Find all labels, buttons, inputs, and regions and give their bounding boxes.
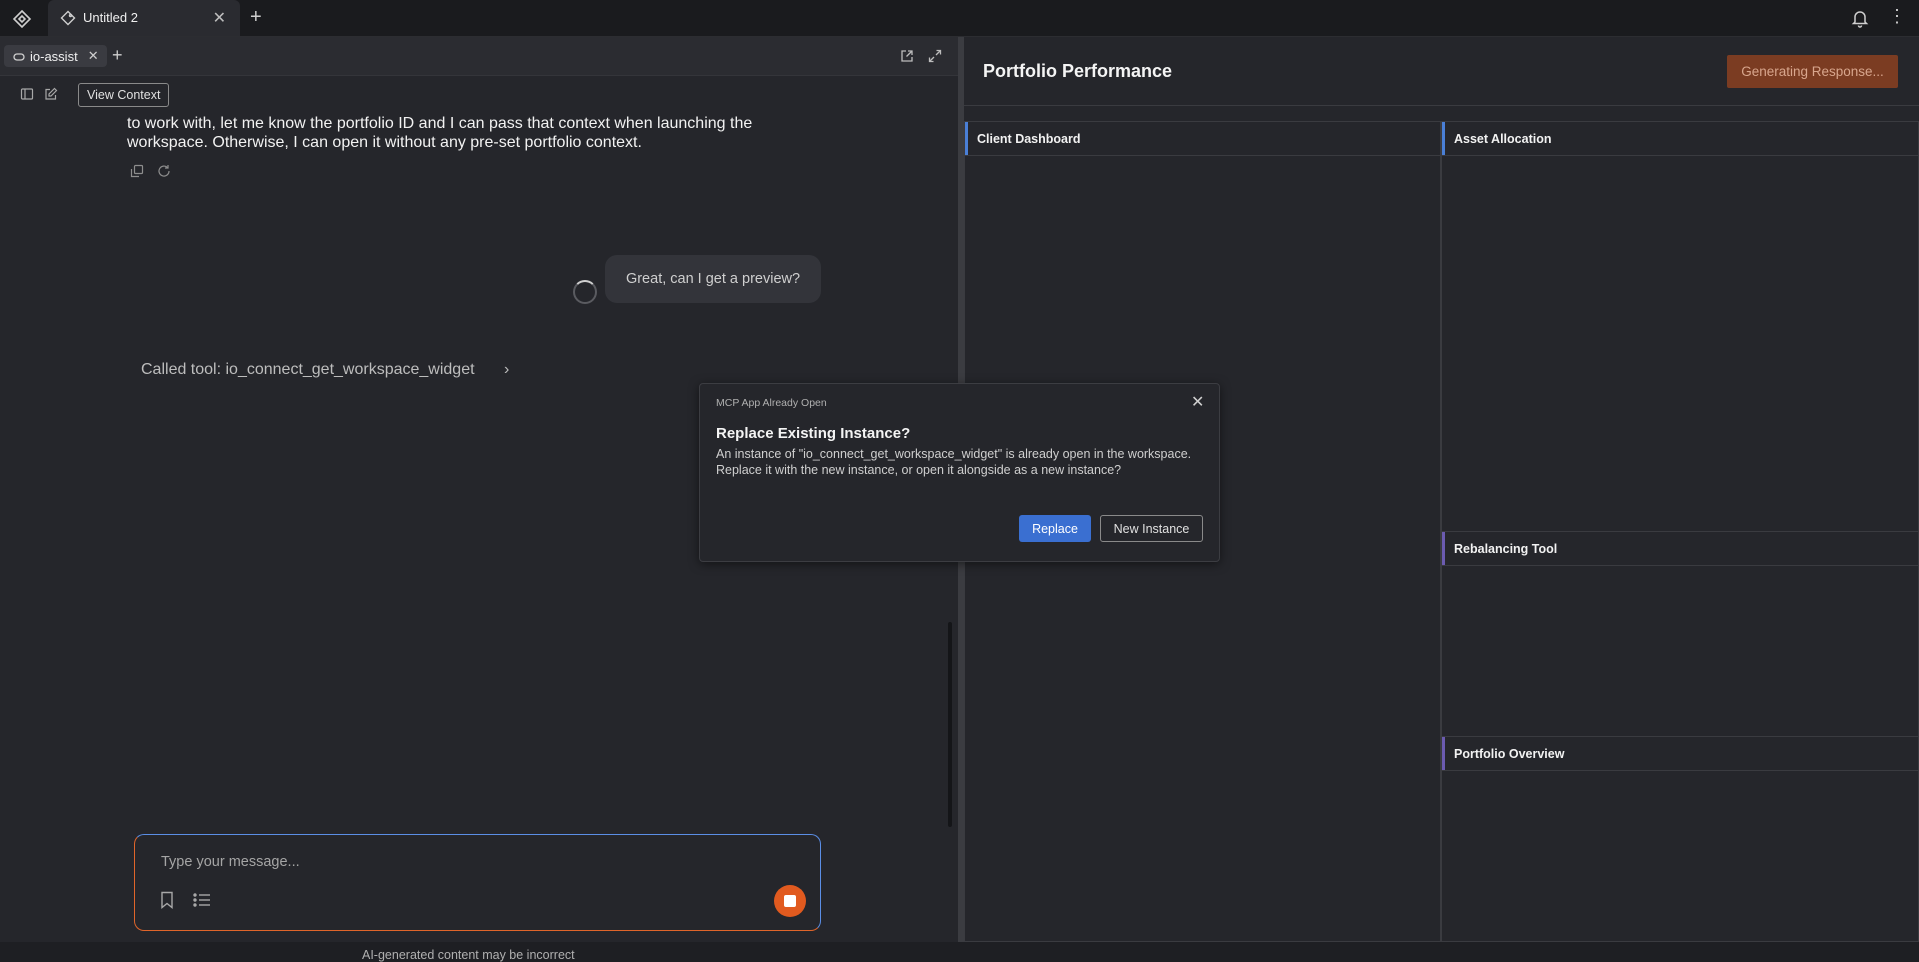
new-instance-button[interactable]: New Instance: [1100, 515, 1203, 542]
widget-accent: [1442, 122, 1445, 155]
tab-untitled[interactable]: Untitled 2 ✕: [48, 0, 240, 36]
assistant-message: to work with, let me know the portfolio …: [127, 115, 753, 151]
message-input[interactable]: [159, 853, 763, 871]
replace-button[interactable]: Replace: [1019, 515, 1091, 542]
widget-header: Asset Allocation: [1442, 122, 1918, 156]
user-message: Great, can I get a preview?: [605, 255, 821, 303]
view-context-button[interactable]: View Context: [78, 83, 170, 107]
new-tab-button[interactable]: +: [250, 6, 262, 29]
widget-portfolio-overview[interactable]: Portfolio Overview: [1441, 736, 1919, 942]
close-icon[interactable]: ✕: [1191, 392, 1204, 412]
new-chat-icon[interactable]: [44, 87, 58, 101]
tab-app-icon: [60, 10, 76, 26]
divider: [964, 105, 1919, 106]
regenerate-icon[interactable]: [157, 164, 171, 178]
subtab-label: io-assist: [30, 48, 78, 64]
widget-header: Client Dashboard: [965, 122, 1440, 156]
ai-disclaimer: AI-generated content may be incorrect: [362, 948, 575, 962]
popout-icon[interactable]: [900, 49, 914, 63]
chevron-right-icon[interactable]: ›: [504, 361, 509, 379]
workspace-title: Portfolio Performance: [983, 61, 1173, 81]
chat-subtab-bar: io-assist ✕ +: [0, 37, 958, 76]
widget-accent: [1442, 532, 1445, 565]
copy-icon[interactable]: [130, 164, 144, 178]
list-icon[interactable]: [193, 892, 211, 908]
widget-accent: [1442, 737, 1445, 770]
widget-title: Portfolio Overview: [1454, 747, 1565, 761]
replace-instance-dialog: MCP App Already Open ✕ Replace Existing …: [699, 383, 1220, 562]
generating-response-button[interactable]: Generating Response...: [1727, 55, 1898, 88]
bookmark-icon[interactable]: [160, 891, 174, 909]
app-logo-icon[interactable]: [12, 9, 32, 29]
dialog-title: Replace Existing Instance?: [716, 425, 911, 442]
add-subtab-button[interactable]: +: [112, 45, 123, 66]
widget-title: Asset Allocation: [1454, 132, 1552, 146]
tool-call-summary[interactable]: Called tool: io_connect_get_workspace_wi…: [141, 361, 475, 379]
subtab-close-icon[interactable]: ✕: [88, 48, 99, 64]
message-composer: [134, 834, 821, 931]
widget-rebalancing-tool[interactable]: Rebalancing Tool: [1441, 531, 1919, 738]
dialog-eyebrow: MCP App Already Open: [716, 397, 827, 409]
widget-title: Rebalancing Tool: [1454, 542, 1558, 556]
widget-title: Client Dashboard: [977, 132, 1081, 146]
sidebar-toggle-icon[interactable]: [20, 87, 34, 101]
dialog-body: An instance of "io_connect_get_workspace…: [716, 447, 1192, 477]
widget-asset-allocation[interactable]: Asset Allocation: [1441, 121, 1919, 533]
top-tab-bar: Untitled 2 ✕ + ⋮: [0, 0, 1919, 37]
tab-label: Untitled 2: [83, 10, 138, 25]
scrollbar[interactable]: [948, 622, 952, 827]
subtab-io-assist[interactable]: io-assist ✕: [4, 45, 107, 67]
expand-icon[interactable]: [928, 49, 942, 63]
loading-spinner: [573, 280, 597, 304]
more-options-icon[interactable]: ⋮: [1888, 6, 1906, 27]
widget-header: Rebalancing Tool: [1442, 532, 1918, 566]
assistant-icon: [13, 53, 25, 61]
tab-close-icon[interactable]: ✕: [213, 8, 226, 28]
widget-accent: [965, 122, 968, 155]
widget-header: Portfolio Overview: [1442, 737, 1918, 771]
stop-generation-button[interactable]: [774, 885, 806, 917]
notifications-bell-icon[interactable]: [1851, 8, 1869, 28]
